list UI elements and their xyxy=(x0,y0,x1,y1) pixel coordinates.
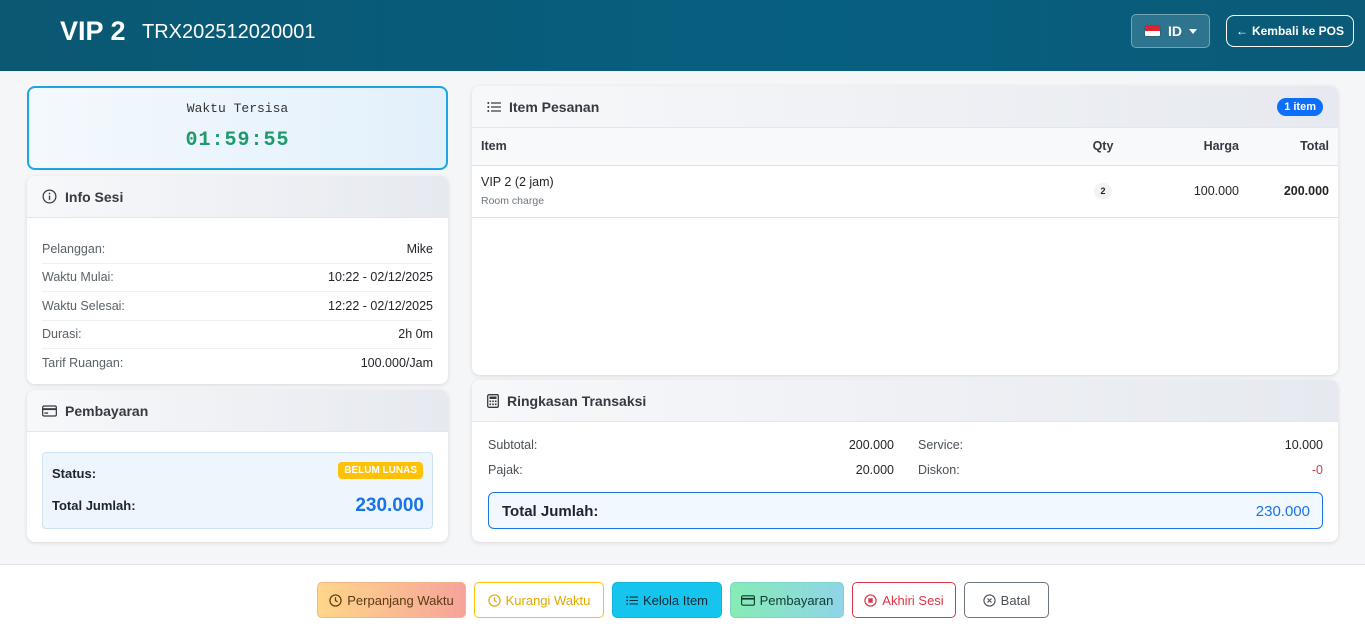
payment-total-label: Total Jumlah: xyxy=(52,498,136,513)
cancel-button[interactable]: Batal xyxy=(964,582,1049,618)
column-header-price: Harga xyxy=(1138,128,1248,166)
payment-total-amount: 230.000 xyxy=(355,495,424,516)
payment-status-box: Status: BELUM LUNAS Total Jumlah: 230.00… xyxy=(42,452,433,529)
payment-button[interactable]: Pembayaran xyxy=(730,582,844,618)
transaction-summary-header: Ringkasan Transaksi xyxy=(472,380,1338,422)
discount-label: Diskon: xyxy=(918,463,960,477)
session-info-card: Info Sesi Pelanggan: Mike Waktu Mulai: 1… xyxy=(27,176,448,384)
credit-card-icon xyxy=(42,404,57,417)
discount-value: -0 xyxy=(1311,463,1323,477)
payment-header: Pembayaran xyxy=(27,390,448,432)
summary-row-discount: Diskon: -0 xyxy=(918,463,1323,481)
payment-status-label: Status: xyxy=(52,466,97,481)
info-value: 10:22 - 02/12/2025 xyxy=(328,270,433,285)
column-header-item: Item xyxy=(472,128,1068,166)
payment-title: Pembayaran xyxy=(65,402,149,419)
service-value: 10.000 xyxy=(1284,438,1323,452)
tax-label: Pajak: xyxy=(488,463,523,477)
info-key: Waktu Selesai: xyxy=(42,298,125,313)
clock-icon xyxy=(487,593,501,607)
manage-items-label: Kelola Item xyxy=(642,592,709,608)
cancel-label: Batal xyxy=(1000,592,1031,608)
extend-time-label: Perpanjang Waktu xyxy=(347,592,454,608)
order-items-header: Item Pesanan 1 item xyxy=(472,86,1338,128)
calculator-icon xyxy=(487,393,499,408)
table-row: VIP 2 (2 jam) Room charge 2 100.000 200.… xyxy=(472,165,1338,218)
action-footer: Perpanjang Waktu Kurangi Waktu Kelola It… xyxy=(0,564,1365,633)
summary-row-tax: Pajak: 20.000 xyxy=(488,463,894,481)
x-circle-icon xyxy=(983,593,996,607)
info-value: 12:22 - 02/12/2025 xyxy=(328,298,433,313)
end-session-label: Akhiri Sesi xyxy=(882,592,944,608)
payment-card: Pembayaran Status: BELUM LUNAS Total Jum… xyxy=(27,390,448,542)
reduce-time-label: Kurangi Waktu xyxy=(505,592,591,608)
item-description: Room charge xyxy=(481,195,545,207)
info-row-room-rate: Tarif Ruangan: 100.000/Jam xyxy=(42,349,433,378)
subtotal-value: 200.000 xyxy=(848,438,894,452)
room-title: VIP 2 xyxy=(60,16,126,46)
remaining-time-value: 01:59:55 xyxy=(185,129,290,152)
grand-total-label: Total Jumlah: xyxy=(502,503,599,520)
column-header-total: Total xyxy=(1248,128,1338,166)
language-dropdown[interactable]: ID xyxy=(1131,14,1210,48)
manage-items-button[interactable]: Kelola Item xyxy=(612,582,722,618)
end-session-button[interactable]: Akhiri Sesi xyxy=(852,582,956,618)
payment-button-label: Pembayaran xyxy=(759,592,834,608)
tax-value: 20.000 xyxy=(855,463,894,477)
info-row-start-time: Waktu Mulai: 10:22 - 02/12/2025 xyxy=(42,264,433,292)
info-row-customer: Pelanggan: Mike xyxy=(42,235,433,264)
extend-time-button[interactable]: Perpanjang Waktu xyxy=(317,582,466,618)
back-to-pos-button[interactable]: ← Kembali ke POS xyxy=(1226,15,1354,47)
item-count-badge: 1 item xyxy=(1277,98,1323,116)
status-badge: BELUM LUNAS xyxy=(338,462,423,479)
session-info-header: Info Sesi xyxy=(27,176,448,218)
info-value: Mike xyxy=(406,241,433,256)
session-info-title: Info Sesi xyxy=(65,188,124,205)
info-value: 100.000/Jam xyxy=(360,356,433,371)
info-row-end-time: Waktu Selesai: 12:22 - 02/12/2025 xyxy=(42,292,433,321)
indonesia-flag-icon xyxy=(1144,25,1161,37)
info-key: Durasi: xyxy=(42,327,82,342)
caret-down-icon xyxy=(1189,28,1197,34)
info-key: Waktu Mulai: xyxy=(42,270,114,285)
items-table: Item Qty Harga Total VIP 2 (2 jam) Room … xyxy=(472,128,1338,218)
subtotal-label: Subtotal: xyxy=(488,438,538,452)
grand-total-value: 230.000 xyxy=(1255,503,1310,520)
language-label: ID xyxy=(1168,23,1182,39)
item-total: 200.000 xyxy=(1248,165,1338,218)
clock-icon xyxy=(329,593,342,607)
top-header: VIP 2 TRX202512020001 ID ← Kembali ke PO… xyxy=(0,0,1365,71)
list-icon xyxy=(487,101,501,112)
info-key: Pelanggan: xyxy=(42,241,106,256)
info-icon xyxy=(42,189,57,204)
transaction-summary-card: Ringkasan Transaksi Subtotal: 200.000 Pa… xyxy=(472,380,1338,542)
list-icon xyxy=(626,595,638,605)
order-items-card: Item Pesanan 1 item Item Qty Harga Total… xyxy=(472,86,1338,375)
column-header-qty: Qty xyxy=(1068,128,1138,166)
info-key: Tarif Ruangan: xyxy=(42,356,124,371)
summary-row-subtotal: Subtotal: 200.000 xyxy=(488,438,894,456)
remaining-time-panel: Waktu Tersisa 01:59:55 xyxy=(27,86,448,170)
transaction-id: TRX202512020001 xyxy=(142,21,316,43)
info-value: 2h 0m xyxy=(398,327,433,342)
order-items-title: Item Pesanan xyxy=(509,98,600,115)
arrow-left-icon: ← xyxy=(1235,24,1248,38)
reduce-time-button[interactable]: Kurangi Waktu xyxy=(474,582,604,618)
remaining-time-label: Waktu Tersisa xyxy=(186,101,289,116)
transaction-summary-title: Ringkasan Transaksi xyxy=(507,392,647,409)
service-label: Service: xyxy=(918,438,964,452)
stop-circle-icon xyxy=(864,593,877,607)
item-price: 100.000 xyxy=(1138,165,1248,218)
item-name: VIP 2 (2 jam) xyxy=(481,175,554,189)
grand-total-box: Total Jumlah: 230.000 xyxy=(488,492,1323,529)
info-row-duration: Durasi: 2h 0m xyxy=(42,321,433,349)
back-to-pos-label: Kembali ke POS xyxy=(1251,24,1345,38)
table-header-row: Item Qty Harga Total xyxy=(472,128,1338,166)
credit-card-icon xyxy=(740,594,755,606)
summary-row-service: Service: 10.000 xyxy=(918,438,1323,456)
item-qty: 2 xyxy=(1094,183,1112,199)
